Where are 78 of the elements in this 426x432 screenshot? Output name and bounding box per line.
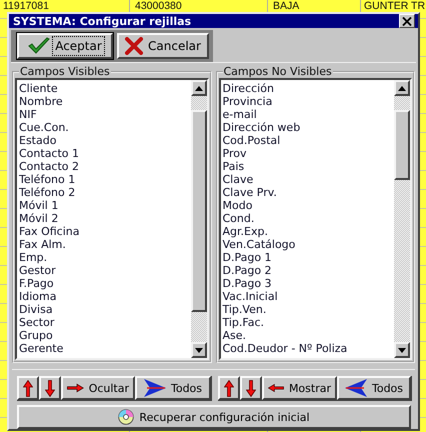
action-button[interactable] [17, 376, 39, 400]
list-item[interactable]: Fax Alm. [19, 238, 190, 251]
table-cell-text: GUNTER TR [363, 0, 426, 12]
list-item[interactable]: Cue.Con. [19, 121, 190, 134]
list-item[interactable]: Estado [19, 134, 190, 147]
action-button[interactable]: Todos [135, 376, 211, 400]
list-item[interactable]: Tip.Ven. [222, 303, 394, 316]
window-title: SYSTEMA: Configurar rejillas [13, 14, 192, 28]
list-item[interactable]: Nombre [19, 95, 190, 108]
up-arrow-icon [224, 380, 234, 396]
list-item[interactable]: Teléfono 2 [19, 186, 190, 199]
cross-icon [125, 37, 144, 55]
action-button[interactable] [39, 376, 61, 400]
list-item[interactable]: Idioma [19, 290, 190, 303]
list-item[interactable]: Gerente [19, 342, 190, 355]
list-item[interactable]: e-mail [222, 108, 394, 121]
list-item[interactable]: Ven.Catálogo [222, 238, 394, 251]
toolbar-button[interactable]: Aceptar [17, 33, 113, 59]
list-item[interactable]: Cod.Deudor - Nº Poliza [222, 342, 394, 355]
scrollbar[interactable] [394, 80, 410, 358]
action-button[interactable]: Todos [337, 376, 411, 400]
list-item[interactable]: Vac.Inicial [222, 290, 394, 303]
group-title: Campos Visibles [19, 66, 111, 77]
group-title: Campos No Visibles [222, 66, 333, 77]
table-cell-text: 11917081 [2, 0, 50, 12]
right-arrow-icon [67, 383, 84, 393]
list-item[interactable]: Tip.Fac. [222, 316, 394, 329]
up-arrow-icon [23, 380, 33, 396]
list-item[interactable]: Prov [222, 147, 394, 160]
list-item[interactable]: Contacto 1 [19, 147, 190, 160]
scrollbar[interactable] [190, 80, 206, 358]
list-item[interactable]: Pais [222, 160, 394, 173]
scroll-up-icon[interactable] [190, 80, 206, 96]
list-item[interactable]: Agr.Exp. [222, 225, 394, 238]
disc-icon [118, 409, 134, 425]
action-button[interactable] [218, 376, 240, 400]
list-item[interactable]: Clave Prv. [222, 186, 394, 199]
scroll-up-icon[interactable] [394, 80, 410, 96]
action-button[interactable] [240, 376, 262, 400]
list-item[interactable]: F.Pago [19, 277, 190, 290]
scroll-down-icon[interactable] [190, 342, 206, 358]
reset-button[interactable]: Recuperar configuración inicial [17, 405, 411, 429]
list-item[interactable]: D.Pago 2 [222, 264, 394, 277]
check-icon [28, 37, 50, 55]
list-item[interactable]: Grupo [19, 329, 190, 342]
list-item[interactable]: Fax Oficina [19, 225, 190, 238]
list-item[interactable]: D.Pago 3 [222, 277, 394, 290]
list-item[interactable]: NIF [19, 108, 190, 121]
list-item[interactable]: Gestor [19, 264, 190, 277]
list-item[interactable]: Cond. [222, 212, 394, 225]
table-cell-text: BAJA [272, 0, 300, 12]
list-item[interactable]: Móvil 2 [19, 212, 190, 225]
list-item[interactable]: Teléfono 1 [19, 173, 190, 186]
list-item[interactable]: Clave [222, 173, 394, 186]
list-item[interactable]: D.Pago 1 [222, 251, 394, 264]
list-item[interactable]: Emp. [19, 251, 190, 264]
close-button[interactable] [399, 14, 415, 28]
list-item[interactable]: Provincia [222, 95, 394, 108]
list-item[interactable]: Dirección web [222, 121, 394, 134]
action-button[interactable]: Mostrar [262, 376, 337, 400]
left-arrow-icon [268, 383, 284, 393]
list-item[interactable]: Cliente [19, 82, 190, 95]
right-triangle-icon [144, 379, 166, 397]
left-triangle-icon [344, 379, 367, 397]
list-item[interactable]: Divisa [19, 303, 190, 316]
toolbar-button[interactable]: Cancelar [117, 33, 209, 59]
list-item[interactable]: Modo [222, 199, 394, 212]
list-item[interactable]: Sector [19, 316, 190, 329]
down-arrow-icon [246, 380, 256, 396]
action-button[interactable]: Ocultar [61, 376, 135, 400]
list-item[interactable]: Ase. [222, 329, 394, 342]
list-item[interactable]: Cod.Postal [222, 134, 394, 147]
scroll-down-icon[interactable] [394, 342, 410, 358]
list-item[interactable]: Contacto 2 [19, 160, 190, 173]
table-cell-text: 43000380 [134, 0, 183, 12]
list-item[interactable]: Dirección [222, 82, 394, 95]
list-item[interactable]: Móvil 1 [19, 199, 190, 212]
down-arrow-icon [45, 380, 55, 396]
